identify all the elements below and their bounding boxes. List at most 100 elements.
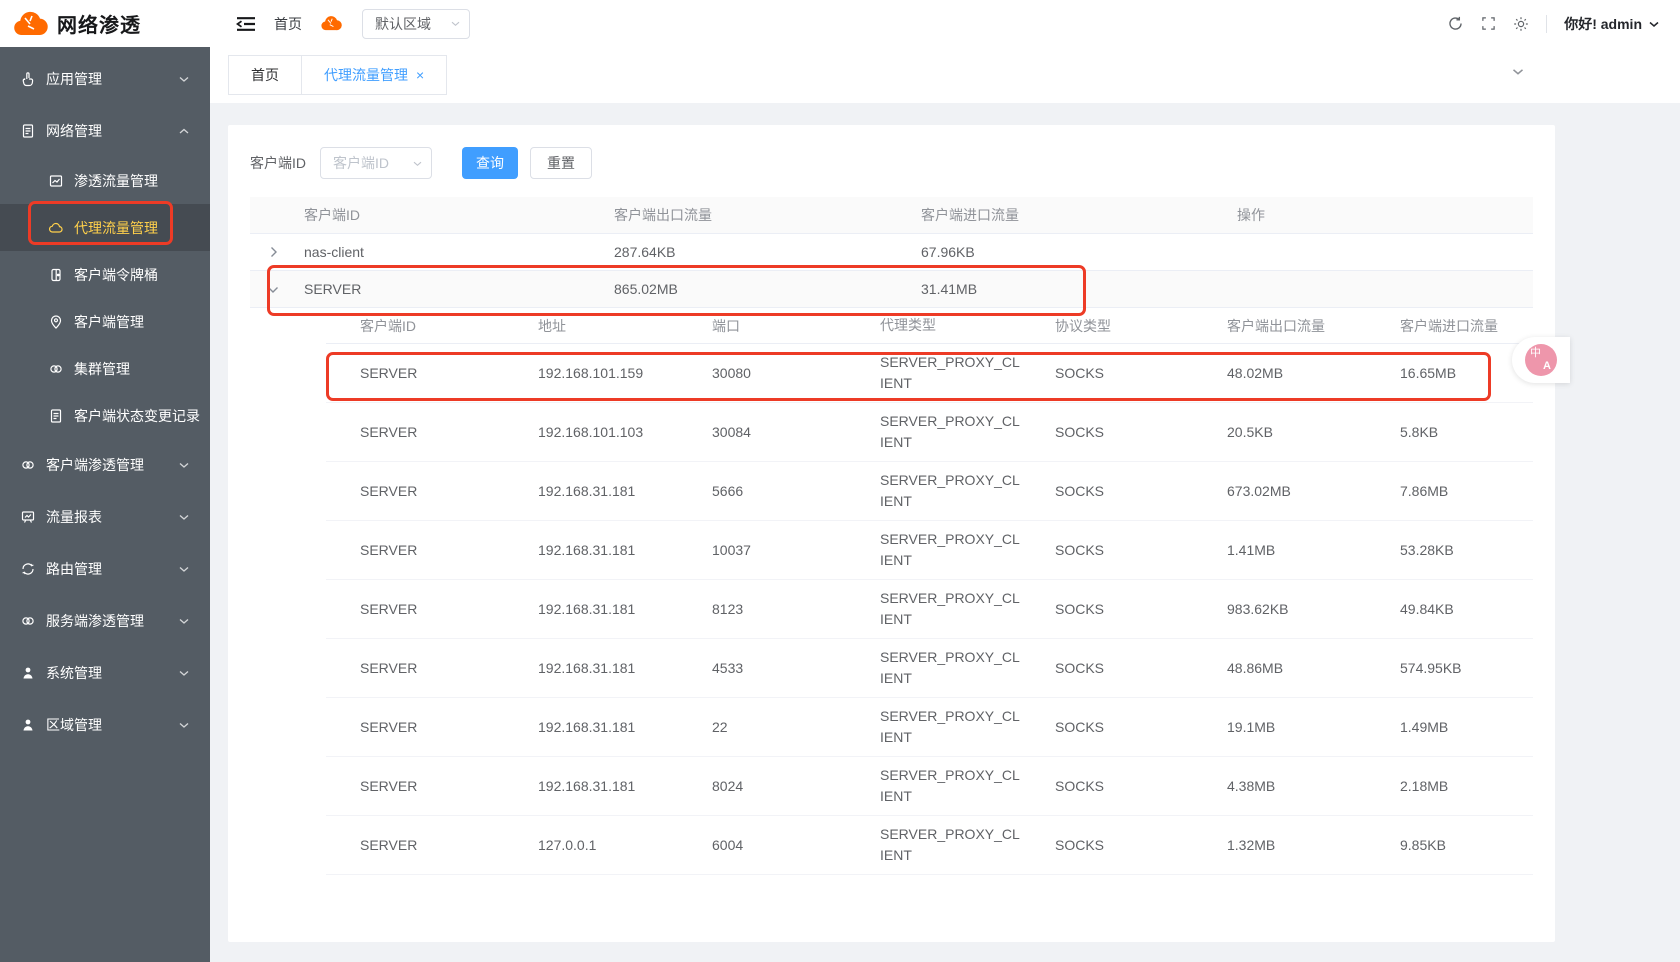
tab-home[interactable]: 首页 xyxy=(228,55,302,95)
column-header: 客户端出口流量 xyxy=(606,205,913,225)
cell-port: 8024 xyxy=(678,778,846,794)
fullscreen-icon[interactable] xyxy=(1481,16,1496,31)
nested-table-row: SERVER 127.0.0.1 6004 SERVER_PROXY_CLIEN… xyxy=(326,816,1533,875)
sidebar-item-label: 路由管理 xyxy=(46,559,178,579)
sidebar-item-label: 集群管理 xyxy=(74,359,190,379)
search-button[interactable]: 查询 xyxy=(462,147,518,179)
cell-protocol: SOCKS xyxy=(1021,542,1193,558)
cell-port: 4533 xyxy=(678,660,846,676)
sidebar-item-label: 客户端渗透管理 xyxy=(46,455,178,475)
sidebar-item-label: 流量报表 xyxy=(46,507,178,527)
cell-protocol: SOCKS xyxy=(1021,660,1193,676)
cell-address: 192.168.101.159 xyxy=(504,365,678,381)
cell-traffic-out: 287.64KB xyxy=(606,244,913,260)
reset-button[interactable]: 重置 xyxy=(530,147,592,179)
topbar: 首页 默认区域 xyxy=(210,0,1680,47)
refresh-icon[interactable] xyxy=(1447,15,1464,32)
chevron-down-icon xyxy=(450,20,461,27)
sidebar-item-traffic-report[interactable]: 流量报表 xyxy=(0,491,210,543)
breadcrumb-home[interactable]: 首页 xyxy=(274,14,302,34)
tab-label: 首页 xyxy=(251,65,279,85)
cell-traffic-out: 1.41MB xyxy=(1193,542,1366,558)
sidebar-item-network-management[interactable]: 网络管理 xyxy=(0,105,210,157)
cell-client-id: SERVER xyxy=(326,837,504,853)
sidebar-item-label: 区域管理 xyxy=(46,715,178,735)
nested-table-row: SERVER 192.168.31.181 8123 SERVER_PROXY_… xyxy=(326,580,1533,639)
sidebar-subitem-client-token-bucket[interactable]: 客户端令牌桶 xyxy=(0,251,210,298)
client-id-select[interactable]: 客户端ID xyxy=(320,147,432,179)
sidebar-item-server-penetration[interactable]: 服务端渗透管理 xyxy=(0,595,210,647)
column-header: 客户端出口流量 xyxy=(1193,316,1366,336)
close-icon[interactable]: × xyxy=(416,68,424,82)
app-title: 网络渗透 xyxy=(57,9,141,38)
theme-sun-icon[interactable] xyxy=(1513,16,1529,32)
menu-fold-icon[interactable] xyxy=(236,16,256,32)
sidebar-item-region-management[interactable]: 区域管理 xyxy=(0,699,210,751)
cell-traffic-out: 20.5KB xyxy=(1193,424,1366,440)
cell-protocol: SOCKS xyxy=(1021,365,1193,381)
sidebar-item-label: 服务端渗透管理 xyxy=(46,611,178,631)
cell-client-id: SERVER xyxy=(326,719,504,735)
user-icon xyxy=(20,665,36,681)
hand-pointer-icon xyxy=(20,71,36,87)
expand-caret-icon[interactable] xyxy=(250,246,296,258)
sidebar-item-route-management[interactable]: 路由管理 xyxy=(0,543,210,595)
sidebar-item-label: 网络管理 xyxy=(46,121,178,141)
cell-traffic-in: 16.65MB xyxy=(1366,365,1533,381)
nested-table-row: SERVER 192.168.31.181 10037 SERVER_PROXY… xyxy=(326,521,1533,580)
cell-traffic-out: 19.1MB xyxy=(1193,719,1366,735)
cell-port: 5666 xyxy=(678,483,846,499)
chevron-down-icon xyxy=(178,75,190,83)
cell-traffic-out: 865.02MB xyxy=(606,281,913,297)
translate-badge-backdrop: 中 A xyxy=(1512,337,1570,383)
column-header: 操作 xyxy=(1229,205,1533,225)
cell-client-id: SERVER xyxy=(326,542,504,558)
tab-overflow-chevron-icon[interactable] xyxy=(1511,67,1525,76)
sidebar-item-label: 客户端令牌桶 xyxy=(74,265,190,285)
nested-table-row: SERVER 192.168.31.181 4533 SERVER_PROXY_… xyxy=(326,639,1533,698)
cell-client-id: SERVER xyxy=(326,424,504,440)
chevron-down-icon xyxy=(412,160,423,167)
sidebar-item-app-management[interactable]: 应用管理 xyxy=(0,53,210,105)
column-header: 代理类型 xyxy=(846,307,1021,344)
cell-address: 192.168.31.181 xyxy=(504,601,678,617)
filter-label: 客户端ID xyxy=(250,153,306,173)
sidebar-subitem-client-management[interactable]: 客户端管理 xyxy=(0,298,210,345)
nested-table-row: SERVER 192.168.31.181 8024 SERVER_PROXY_… xyxy=(326,757,1533,816)
cell-traffic-out: 48.02MB xyxy=(1193,365,1366,381)
nested-table-row: SERVER 192.168.31.181 22 SERVER_PROXY_CL… xyxy=(326,698,1533,757)
sidebar: 网络渗透 应用管理 网络管理 xyxy=(0,0,210,962)
user-menu[interactable]: 你好! admin xyxy=(1564,14,1660,34)
cell-traffic-out: 673.02MB xyxy=(1193,483,1366,499)
cell-client-id: SERVER xyxy=(326,483,504,499)
tab-proxy-traffic[interactable]: 代理流量管理 × xyxy=(302,55,447,95)
collapse-caret-icon[interactable] xyxy=(250,285,296,294)
cell-proxy-type: SERVER_PROXY_CLIENT xyxy=(846,816,1021,874)
column-header: 端口 xyxy=(678,316,846,336)
cell-address: 192.168.31.181 xyxy=(504,660,678,676)
cell-address: 192.168.31.181 xyxy=(504,542,678,558)
cell-proxy-type: SERVER_PROXY_CLIENT xyxy=(846,580,1021,638)
sidebar-subitem-proxy-traffic[interactable]: 代理流量管理 xyxy=(0,204,210,251)
sidebar-item-system-management[interactable]: 系统管理 xyxy=(0,647,210,699)
token-bucket-icon xyxy=(48,267,64,283)
greeting-text: 你好! admin xyxy=(1564,14,1642,34)
cell-port: 30084 xyxy=(678,424,846,440)
cell-address: 192.168.101.103 xyxy=(504,424,678,440)
column-header: 地址 xyxy=(504,316,678,336)
cell-port: 22 xyxy=(678,719,846,735)
cell-protocol: SOCKS xyxy=(1021,778,1193,794)
cell-address: 192.168.31.181 xyxy=(504,778,678,794)
report-board-icon xyxy=(20,509,36,525)
translate-icon[interactable]: 中 A xyxy=(1525,344,1557,376)
region-select[interactable]: 默认区域 xyxy=(362,9,470,39)
cell-port: 8123 xyxy=(678,601,846,617)
sidebar-item-client-penetration[interactable]: 客户端渗透管理 xyxy=(0,439,210,491)
content-panel: 客户端ID 客户端ID 查询 重置 客户端ID 客户端出口流量 客户端进口流量 xyxy=(228,125,1555,942)
cell-traffic-in: 49.84KB xyxy=(1366,601,1533,617)
sidebar-subitem-client-status-log[interactable]: 客户端状态变更记录 xyxy=(0,392,210,439)
cell-proxy-type: SERVER_PROXY_CLIENT xyxy=(846,698,1021,756)
cell-proxy-type: SERVER_PROXY_CLIENT xyxy=(846,639,1021,697)
sidebar-subitem-penetration-traffic[interactable]: 渗透流量管理 xyxy=(0,157,210,204)
sidebar-subitem-cluster-management[interactable]: 集群管理 xyxy=(0,345,210,392)
